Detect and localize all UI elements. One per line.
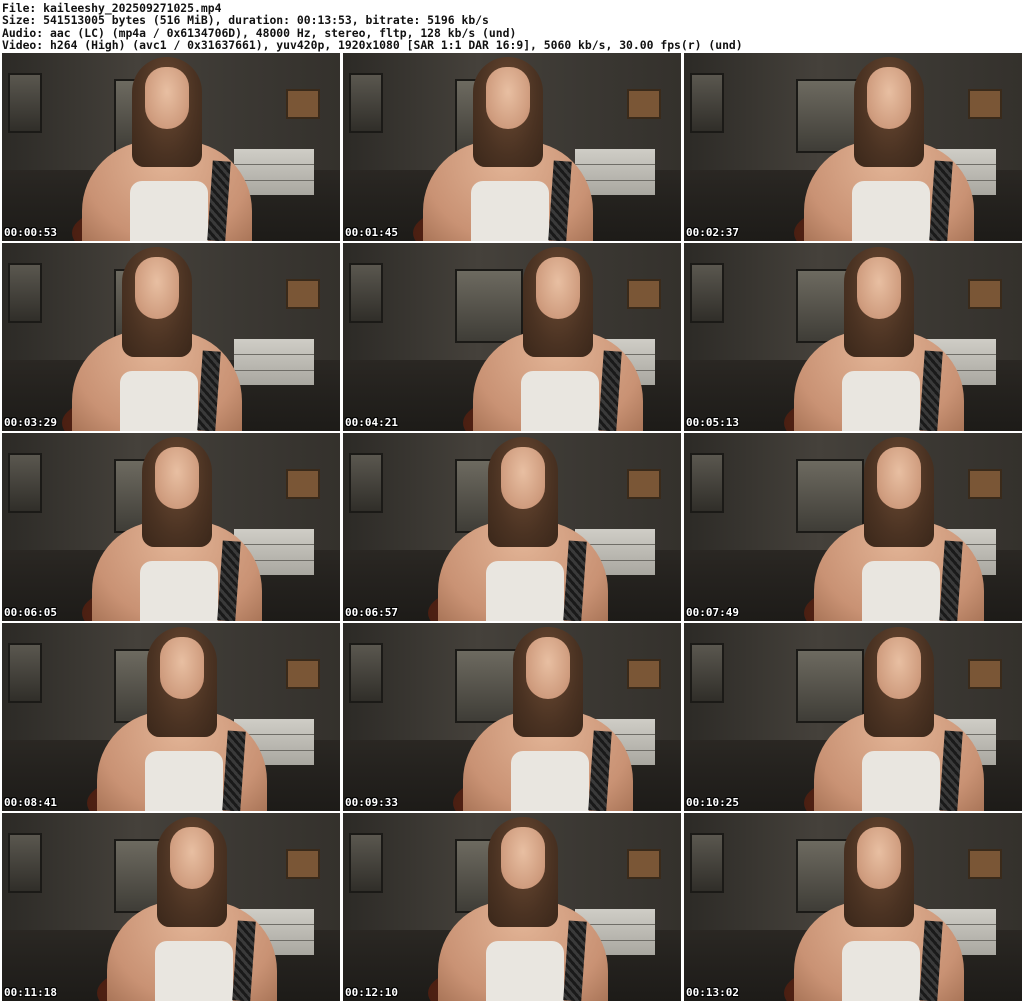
thumbnail-timestamp: 00:09:33 bbox=[345, 796, 398, 809]
thumbnail: 00:03:29 bbox=[2, 243, 340, 431]
thumbnail: 00:06:05 bbox=[2, 433, 340, 621]
thumbnail-timestamp: 00:11:18 bbox=[4, 986, 57, 999]
person-figure bbox=[804, 623, 994, 811]
person-figure bbox=[72, 53, 262, 241]
thumbnail: 00:06:57 bbox=[343, 433, 681, 621]
thumbnail: 00:07:49 bbox=[684, 433, 1022, 621]
person-figure bbox=[784, 813, 974, 1001]
thumbnail: 00:00:53 bbox=[2, 53, 340, 241]
thumbnail-timestamp: 00:02:37 bbox=[686, 226, 739, 239]
video-line: Video: h264 (High) (avc1 / 0x31637661), … bbox=[2, 38, 743, 53]
thumbnail-timestamp: 00:00:53 bbox=[4, 226, 57, 239]
thumbnail-timestamp: 00:07:49 bbox=[686, 606, 739, 619]
person-figure bbox=[428, 813, 618, 1001]
thumbnail: 00:10:25 bbox=[684, 623, 1022, 811]
thumbnail-timestamp: 00:10:25 bbox=[686, 796, 739, 809]
thumbnail-timestamp: 00:04:21 bbox=[345, 416, 398, 429]
thumbnail: 00:12:10 bbox=[343, 813, 681, 1001]
person-figure bbox=[804, 433, 994, 621]
thumbnail-timestamp: 00:06:05 bbox=[4, 606, 57, 619]
thumbnail: 00:09:33 bbox=[343, 623, 681, 811]
file-info-header: File: kaileeshy_202509271025.mp4 Size: 54… bbox=[0, 0, 1024, 52]
thumbnail: 00:04:21 bbox=[343, 243, 681, 431]
person-figure bbox=[463, 243, 653, 431]
thumbnail-timestamp: 00:12:10 bbox=[345, 986, 398, 999]
thumbnail: 00:08:41 bbox=[2, 623, 340, 811]
thumbnail: 00:13:02 bbox=[684, 813, 1022, 1001]
thumbnail: 00:01:45 bbox=[343, 53, 681, 241]
thumbnail: 00:05:13 bbox=[684, 243, 1022, 431]
thumbnail-timestamp: 00:08:41 bbox=[4, 796, 57, 809]
thumbnail-timestamp: 00:01:45 bbox=[345, 226, 398, 239]
person-figure bbox=[62, 243, 252, 431]
thumbnail: 00:11:18 bbox=[2, 813, 340, 1001]
person-figure bbox=[453, 623, 643, 811]
thumbnail-timestamp: 00:03:29 bbox=[4, 416, 57, 429]
thumbnail: 00:02:37 bbox=[684, 53, 1022, 241]
person-figure bbox=[97, 813, 287, 1001]
person-figure bbox=[87, 623, 277, 811]
person-figure bbox=[784, 243, 974, 431]
person-figure bbox=[82, 433, 272, 621]
person-figure bbox=[413, 53, 603, 241]
thumbnail-timestamp: 00:13:02 bbox=[686, 986, 739, 999]
thumbnail-timestamp: 00:06:57 bbox=[345, 606, 398, 619]
person-figure bbox=[794, 53, 984, 241]
person-figure bbox=[428, 433, 618, 621]
thumbnail-timestamp: 00:05:13 bbox=[686, 416, 739, 429]
size-line: Size: 541513005 bytes (516 MiB), duratio… bbox=[2, 13, 489, 28]
thumbnail-grid: 00:00:53 00:01:45 00:02:37 00:03:29 00:0… bbox=[2, 53, 1022, 1001]
